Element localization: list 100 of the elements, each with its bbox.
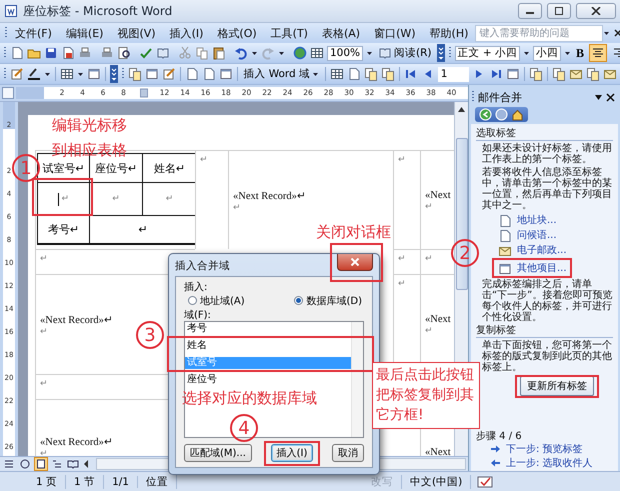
- menu-item[interactable]: 插入(I): [162, 24, 210, 42]
- bold-button[interactable]: B: [574, 44, 586, 62]
- last-record-icon[interactable]: [489, 67, 504, 81]
- envelope-icon[interactable]: [568, 67, 583, 81]
- update-all-labels-button[interactable]: 更新所有标签: [520, 376, 594, 396]
- documents-icon[interactable]: [529, 67, 544, 81]
- close-button[interactable]: [337, 254, 373, 271]
- magnifier-icon[interactable]: [117, 46, 131, 60]
- previous-step-link[interactable]: 上一步: 选取收件人: [490, 456, 593, 470]
- dialog-button[interactable]: 取消: [332, 444, 364, 462]
- table-icon[interactable]: [330, 67, 344, 81]
- menu-item[interactable]: 帮助(H): [422, 24, 476, 42]
- pencil-icon[interactable]: [162, 67, 176, 81]
- align-center-button[interactable]: [589, 44, 608, 62]
- font-size-dropdown[interactable]: 小四: [533, 46, 562, 60]
- zoom-field[interactable]: 100%: [327, 46, 364, 60]
- toolbar-options-icon[interactable]: [436, 45, 445, 61]
- next-step-link[interactable]: 下一步: 预览标签: [490, 442, 583, 456]
- style-dropdown[interactable]: 正文 + 小四: [454, 46, 520, 60]
- pen-line-icon[interactable]: [27, 67, 41, 81]
- left-arrow-icon: [490, 458, 501, 468]
- task-link[interactable]: 其他项目...: [498, 261, 567, 276]
- book-icon[interactable]: [156, 46, 170, 60]
- globe-icon[interactable]: [293, 46, 307, 60]
- window-icon[interactable]: [218, 67, 233, 81]
- web-view-button[interactable]: [18, 457, 32, 471]
- menu-item[interactable]: 编辑(E): [58, 24, 110, 42]
- radio-button[interactable]: [294, 296, 304, 305]
- dialog-button[interactable]: 匹配域(M)...: [184, 444, 252, 462]
- copy-icon[interactable]: [195, 46, 209, 60]
- column-marker-icon[interactable]: [140, 88, 148, 98]
- minimize-button[interactable]: [518, 3, 542, 19]
- maximize-button[interactable]: [547, 3, 571, 19]
- menu-item[interactable]: 文件(F): [8, 24, 59, 42]
- menu-item[interactable]: 窗口(W): [367, 24, 423, 42]
- forward-icon[interactable]: [495, 108, 508, 121]
- spelling-status-icon[interactable]: [477, 476, 494, 488]
- page-icon[interactable]: [346, 67, 361, 81]
- book-icon: [378, 46, 392, 60]
- task-link[interactable]: 电子邮政...: [498, 243, 567, 258]
- dialog-button[interactable]: 插入(I): [270, 444, 314, 462]
- close-icon[interactable]: [606, 92, 615, 102]
- paragraph-mark: ↵: [398, 154, 406, 164]
- table-cell: ↵: [90, 216, 195, 244]
- save-icon[interactable]: [44, 46, 58, 60]
- page-icon[interactable]: [202, 67, 216, 81]
- back-icon[interactable]: [479, 108, 492, 121]
- list-item[interactable]: 考号: [185, 323, 351, 335]
- menu-item[interactable]: 视图(V): [110, 24, 163, 42]
- paragraph-mark: ↵: [425, 325, 433, 335]
- radio-button[interactable]: [188, 296, 197, 305]
- window-icon[interactable]: [144, 67, 159, 81]
- printer-icon[interactable]: [78, 46, 92, 60]
- list-item[interactable]: 座位号: [185, 374, 351, 386]
- page-icon[interactable]: [61, 46, 75, 60]
- home-icon[interactable]: [511, 108, 524, 121]
- insert-word-field-button[interactable]: 插入 Word 域: [241, 65, 322, 83]
- task-link[interactable]: 问候语...: [498, 228, 557, 243]
- record-number-field[interactable]: 1: [438, 66, 470, 82]
- menu-item[interactable]: 格式(O): [210, 24, 264, 42]
- tab-selector-icon[interactable]: [2, 87, 14, 99]
- close-icon[interactable]: [613, 28, 620, 38]
- scroll-up-icon[interactable]: [457, 105, 466, 114]
- check-mark-icon[interactable]: [139, 46, 153, 60]
- printer-icon[interactable]: [100, 46, 114, 60]
- print-view-button[interactable]: [34, 457, 48, 471]
- help-text: 单击下面按钮，您可将第一个标签的版式复制到此页的其他标签上。: [482, 340, 613, 373]
- undo-arrow-icon[interactable]: [234, 46, 248, 60]
- documents-icon[interactable]: [128, 67, 142, 81]
- scrollbar-thumb[interactable]: [456, 138, 468, 290]
- list-scrollbar[interactable]: [351, 322, 363, 437]
- window-icon[interactable]: [506, 67, 520, 81]
- text-cursor: [58, 192, 60, 206]
- dropdown-caret-icon[interactable]: [594, 92, 603, 102]
- task-link[interactable]: 地址块...: [498, 213, 557, 228]
- documents-icon[interactable]: [552, 67, 566, 81]
- envelope-icon[interactable]: [602, 67, 617, 81]
- first-record-icon[interactable]: [404, 67, 418, 81]
- close-button[interactable]: [576, 3, 616, 19]
- page-icon[interactable]: [10, 46, 24, 60]
- radio-option[interactable]: 地址域(A): [188, 294, 245, 308]
- step-number: 2: [451, 239, 479, 267]
- page-icon[interactable]: [184, 67, 199, 81]
- table-icon[interactable]: [310, 46, 324, 60]
- documents-icon[interactable]: [364, 67, 378, 81]
- pencil-icon[interactable]: [10, 67, 24, 81]
- table-icon[interactable]: [60, 67, 74, 81]
- help-search-field[interactable]: 键入需要帮助的问题: [475, 24, 604, 42]
- documents-icon[interactable]: [586, 67, 600, 81]
- radio-option[interactable]: 数据库域(D): [294, 294, 362, 308]
- menu-item[interactable]: 工具(T): [264, 24, 315, 42]
- menu-item[interactable]: 表格(A): [314, 24, 368, 42]
- toolbar-options-icon[interactable]: [110, 66, 118, 82]
- window-icon[interactable]: [86, 67, 101, 81]
- list-item[interactable]: 姓名: [185, 340, 351, 352]
- documents-icon[interactable]: [380, 67, 395, 81]
- scroll-left-icon[interactable]: [82, 459, 90, 469]
- read-button[interactable]: 阅读(R): [376, 44, 434, 62]
- outline-view-icon: [51, 458, 63, 470]
- clipboard-icon[interactable]: [212, 46, 226, 60]
